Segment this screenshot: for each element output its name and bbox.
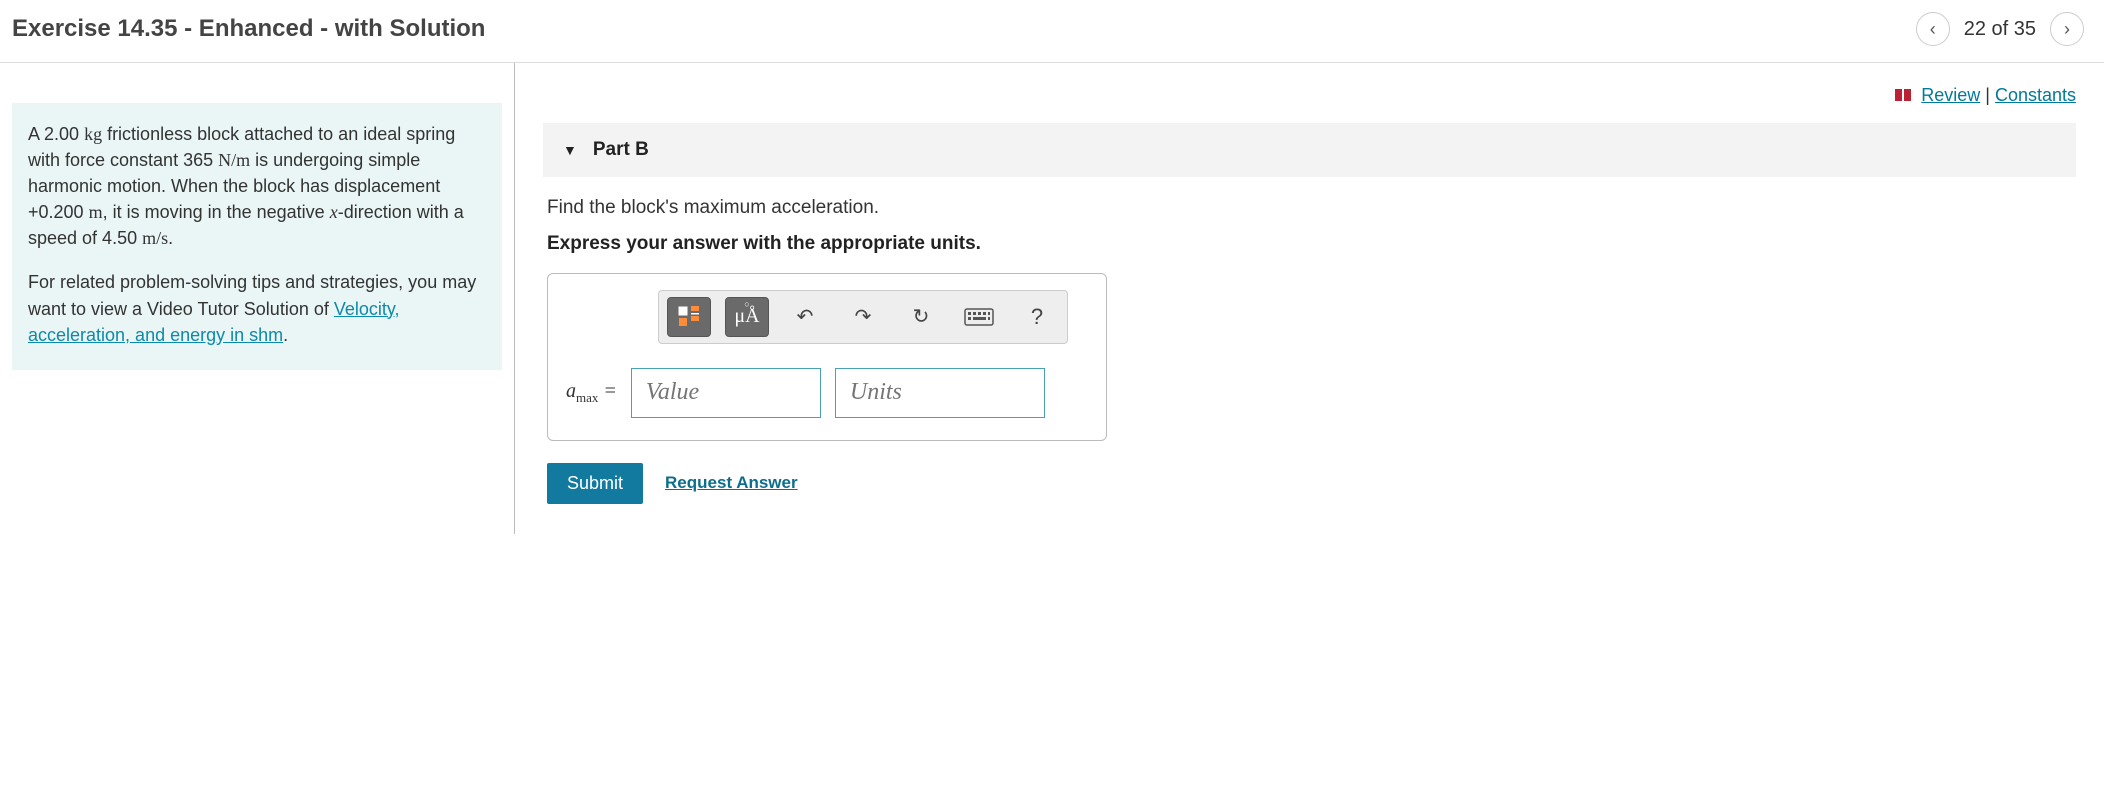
constants-link[interactable]: Constants xyxy=(1995,85,2076,105)
submit-button[interactable]: Submit xyxy=(547,463,643,504)
chevron-left-icon: ‹ xyxy=(1930,19,1936,40)
problem-paragraph-2: For related problem-solving tips and str… xyxy=(28,269,486,347)
problem-statement: A 2.00 kg frictionless block attached to… xyxy=(12,103,502,370)
reset-icon: ↻ xyxy=(913,304,930,329)
answer-instruction: Express your answer with the appropriate… xyxy=(547,233,2072,255)
fraction-template-button[interactable] xyxy=(667,297,711,337)
units-input[interactable] xyxy=(835,368,1045,418)
main-content: A 2.00 kg frictionless block attached to… xyxy=(0,63,2104,534)
keyboard-icon xyxy=(964,308,994,326)
pager: ‹ 22 of 35 › xyxy=(1916,12,2084,46)
next-button[interactable]: › xyxy=(2050,12,2084,46)
prev-button[interactable]: ‹ xyxy=(1916,12,1950,46)
help-button[interactable]: ? xyxy=(1015,297,1059,337)
variable-label: amax = xyxy=(566,380,617,406)
part-body: Find the block's maximum acceleration. E… xyxy=(543,177,2076,514)
answer-box: ○ μÅ ↶ ↷ ↻ xyxy=(547,273,1107,441)
book-icon xyxy=(1894,86,1912,107)
chevron-right-icon: › xyxy=(2064,19,2070,40)
keyboard-button[interactable] xyxy=(957,297,1001,337)
value-input[interactable] xyxy=(631,368,821,418)
collapse-triangle-icon: ▼ xyxy=(563,142,577,158)
top-links: Review | Constants xyxy=(543,63,2076,117)
question-prompt: Find the block's maximum acceleration. xyxy=(547,197,2072,219)
problem-paragraph-1: A 2.00 kg frictionless block attached to… xyxy=(28,121,486,251)
answer-actions: Submit Request Answer xyxy=(547,463,2072,504)
answer-input-row: amax = xyxy=(566,368,1088,418)
page-header: Exercise 14.35 - Enhanced - with Solutio… xyxy=(0,0,2104,63)
undo-icon: ↶ xyxy=(797,304,814,329)
part-label: Part B xyxy=(593,139,649,161)
special-units-button[interactable]: ○ μÅ xyxy=(725,297,769,337)
part-header[interactable]: ▼ Part B xyxy=(543,123,2076,177)
pager-label: 22 of 35 xyxy=(1964,18,2036,41)
reset-button[interactable]: ↻ xyxy=(899,297,943,337)
undo-button[interactable]: ↶ xyxy=(783,297,827,337)
review-link[interactable]: Review xyxy=(1921,85,1980,105)
answer-toolbar: ○ μÅ ↶ ↷ ↻ xyxy=(658,290,1068,344)
answer-column: Review | Constants ▼ Part B Find the blo… xyxy=(515,63,2104,534)
redo-icon: ↷ xyxy=(855,304,872,329)
exercise-title: Exercise 14.35 - Enhanced - with Solutio… xyxy=(12,15,485,43)
request-answer-link[interactable]: Request Answer xyxy=(665,473,798,493)
redo-button[interactable]: ↷ xyxy=(841,297,885,337)
problem-column: A 2.00 kg frictionless block attached to… xyxy=(0,63,515,534)
